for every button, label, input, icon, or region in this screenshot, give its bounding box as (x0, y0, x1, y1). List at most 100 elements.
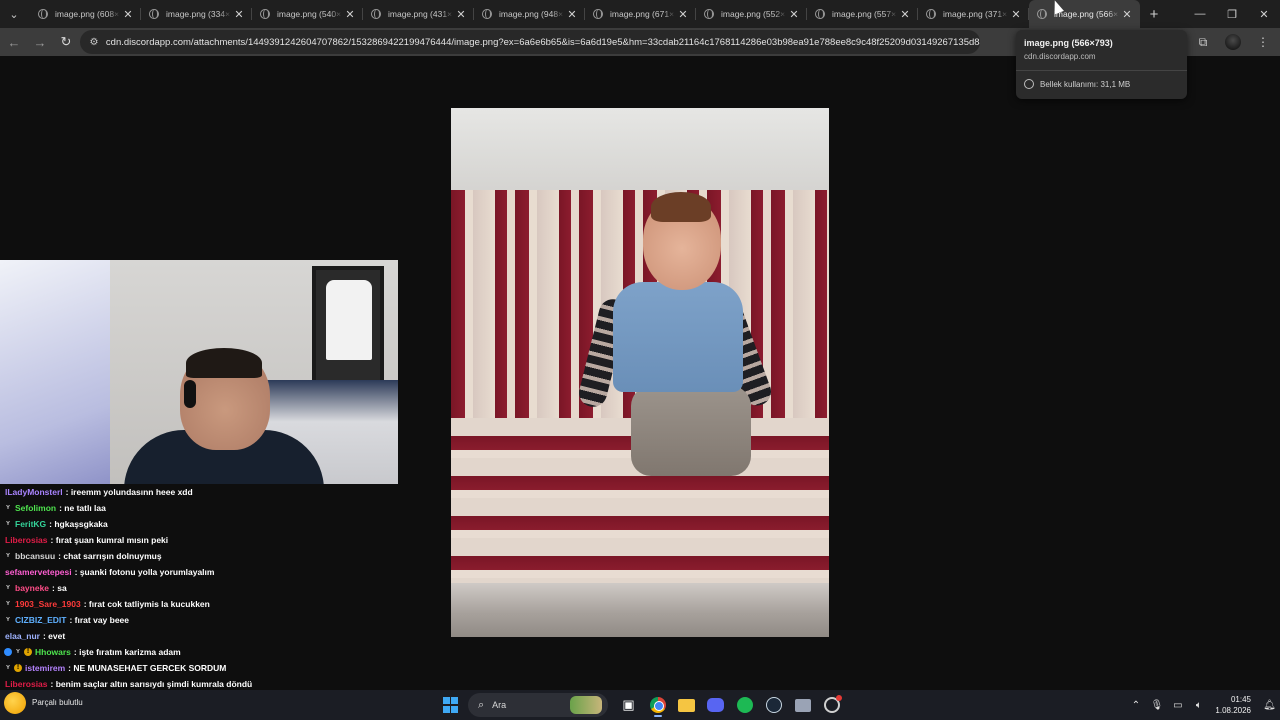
browser-tab[interactable]: image.png (552× ✕ (696, 0, 807, 28)
search-placeholder: Ara (492, 700, 507, 710)
profile-avatar-icon[interactable] (1225, 34, 1241, 50)
display-icon[interactable]: ▭ (1169, 696, 1187, 714)
chat-username[interactable]: bbcansuu (15, 551, 55, 561)
subscriber-badge-icon: ʏ (6, 616, 10, 623)
chevron-up-icon[interactable]: ⌃ (1127, 696, 1145, 714)
subscriber-badge-icon: ʏ (16, 648, 20, 655)
browser-tab[interactable]: image.png (671× ✕ (585, 0, 696, 28)
chat-message: ʏ! istemirem: NE MUNASEHAET GERCEK SORDUM (0, 660, 420, 676)
tab-search-menu-icon[interactable]: ⌄ (3, 3, 25, 25)
task-view-icon[interactable]: ▣ (617, 693, 641, 717)
chrome-icon[interactable] (646, 693, 670, 717)
discord-icon[interactable] (704, 693, 728, 717)
weather-sun-icon (4, 692, 26, 714)
chat-username[interactable]: Sefolimon (15, 503, 56, 513)
chat-overlay: lLadyMonsterl: ireemm yolundasınn heee x… (0, 484, 420, 705)
reload-icon[interactable]: ↻ (54, 30, 78, 54)
close-icon[interactable]: ✕ (343, 8, 357, 21)
photo-child-legs (631, 386, 751, 476)
badge-icon: ! (24, 648, 32, 656)
spotify-icon[interactable] (733, 693, 757, 717)
url-text[interactable]: cdn.discordapp.com/attachments/144939124… (106, 37, 980, 48)
weather-widget[interactable]: Parçalı bulutlu (4, 692, 83, 714)
close-icon[interactable]: ✕ (898, 8, 912, 21)
toolbar-actions: ⧉ ⋮ (1186, 28, 1280, 56)
hover-card-title: image.png (566×793) (1024, 38, 1113, 48)
browser-tab[interactable]: image.png (557× ✕ (807, 0, 918, 28)
file-explorer-icon[interactable] (675, 693, 699, 717)
close-icon[interactable]: ✕ (565, 8, 579, 21)
chat-username[interactable]: Liberosias (5, 679, 48, 689)
browser-tab-active[interactable]: image.png (566× ✕ (1029, 0, 1140, 28)
obs-icon[interactable] (820, 693, 844, 717)
tab-title: image.png (557× (832, 9, 897, 19)
windows-start-icon[interactable] (439, 693, 463, 717)
hover-card-memory: Bellek kullanımı: 31,1 MB (1024, 79, 1130, 89)
close-icon[interactable]: ✕ (787, 8, 801, 21)
address-bar[interactable]: ⚙ cdn.discordapp.com/attachments/1449391… (80, 30, 980, 54)
new-tab-plus-icon[interactable]: + (1142, 2, 1166, 26)
webcam-jersey (326, 280, 372, 360)
forward-icon[interactable]: → (28, 30, 52, 54)
restore-icon[interactable]: ❐ (1216, 0, 1248, 28)
chat-message: ʏ 1903_Sare_1903: fırat cok tatliymis la … (0, 596, 420, 612)
photo-child-body (613, 282, 743, 392)
hover-card-divider (1016, 70, 1187, 71)
tab-hover-card: image.png (566×793) cdn.discordapp.com B… (1016, 30, 1187, 99)
browser-tab[interactable]: image.png (334× ✕ (141, 0, 252, 28)
browser-tab[interactable]: image.png (540× ✕ (252, 0, 363, 28)
tab-title: image.png (948× (499, 9, 564, 19)
microphone-icon[interactable]: 🎙︎ (1148, 696, 1166, 714)
chat-message: sefamervetepesi: şuanki fotonu yolla yor… (0, 564, 420, 580)
webcam-jersey-frame (312, 266, 384, 384)
notification-icon[interactable]: 🔔︎ (1261, 696, 1279, 714)
tab-strip: ⌄ image.png (608× ✕ image.png (334× ✕ imag… (0, 0, 1280, 28)
photo-wall (451, 108, 829, 198)
chat-username[interactable]: elaa_nur (5, 631, 40, 641)
steam-icon[interactable] (762, 693, 786, 717)
taskbar-clock[interactable]: 01:45 1.08.2026 (1215, 694, 1251, 716)
chat-username[interactable]: sefamervetepesi (5, 567, 72, 577)
globe-icon (1037, 9, 1047, 19)
close-icon[interactable]: ✕ (1009, 8, 1023, 21)
chat-username[interactable]: lLadyMonsterl (5, 487, 63, 497)
app-icon[interactable] (791, 693, 815, 717)
chat-message: elaa_nur: evet (0, 628, 420, 644)
browser-tab[interactable]: image.png (431× ✕ (363, 0, 474, 28)
chat-message-text: : işte fıratım karizma adam (73, 647, 181, 657)
tab-title: image.png (540× (277, 9, 342, 19)
kebab-menu-icon[interactable]: ⋮ (1251, 30, 1275, 54)
tab-title: image.png (371× (943, 9, 1008, 19)
close-icon[interactable]: ✕ (1120, 8, 1134, 21)
browser-tab[interactable]: image.png (371× ✕ (918, 0, 1029, 28)
chat-username[interactable]: bayneke (15, 583, 49, 593)
tab-title: image.png (431× (388, 9, 453, 19)
close-icon[interactable]: ✕ (676, 8, 690, 21)
close-icon[interactable]: ✕ (121, 8, 135, 21)
chat-username[interactable]: FeritKG (15, 519, 46, 529)
globe-icon (704, 9, 714, 19)
chat-username[interactable]: CIZBIZ_EDIT (15, 615, 66, 625)
chat-username[interactable]: istemirem (25, 663, 65, 673)
browser-tab[interactable]: image.png (948× ✕ (474, 0, 585, 28)
browser-tab[interactable]: image.png (608× ✕ (30, 0, 141, 28)
site-info-icon[interactable]: ⚙ (87, 35, 101, 49)
chat-username[interactable]: 1903_Sare_1903 (15, 599, 81, 609)
taskbar-search[interactable]: ⌕ Ara (468, 693, 608, 717)
close-icon[interactable]: ✕ (232, 8, 246, 21)
photo-floor (451, 583, 829, 637)
system-tray: ⌃ 🎙︎ ▭ 🔈︎ 01:45 1.08.2026 🔔︎ (1125, 690, 1280, 720)
chat-message: ʏ bayneke: sa (0, 580, 420, 596)
chat-message-text: : NE MUNASEHAET GERCEK SORDUM (68, 663, 227, 673)
globe-icon (926, 9, 936, 19)
clock-time: 01:45 (1230, 695, 1251, 704)
minimize-icon[interactable]: — (1184, 0, 1216, 28)
extensions-icon[interactable]: ⧉ (1191, 30, 1215, 54)
close-window-icon[interactable]: ✕ (1248, 0, 1280, 28)
back-icon[interactable]: ← (2, 30, 26, 54)
close-icon[interactable]: ✕ (454, 8, 468, 21)
chat-username[interactable]: Hhowars (35, 647, 71, 657)
speaker-icon[interactable]: 🔈︎ (1190, 696, 1208, 714)
chat-username[interactable]: Liberosias (5, 535, 48, 545)
globe-icon (593, 9, 603, 19)
